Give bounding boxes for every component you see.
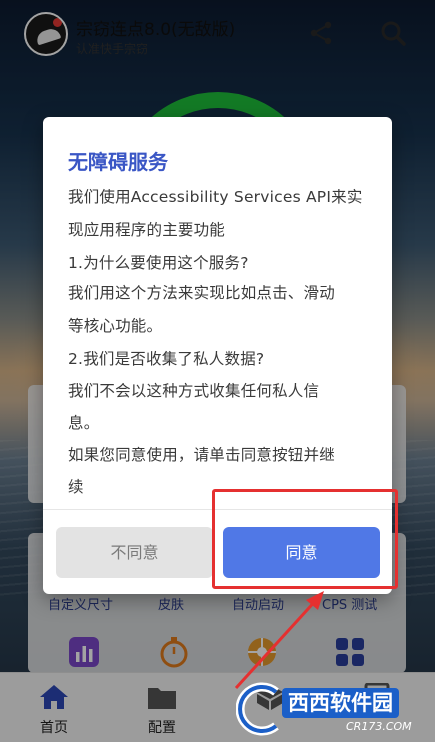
dialog-text-line: 我们使用Accessibility Services API来实: [68, 188, 363, 206]
dialog-text-line: 1.为什么要使用这个服务?: [68, 254, 249, 272]
dialog-text-line: 2.我们是否收集了私人数据?: [68, 350, 265, 368]
dialog-title: 无障碍服务: [68, 150, 168, 174]
dialog-text-line: 续: [68, 478, 84, 496]
dialog-text-line: 我们不会以这种方式收集任何私人信: [68, 382, 320, 400]
disagree-button[interactable]: 不同意: [56, 527, 213, 578]
dialog-text-line: 等核心功能。: [68, 317, 163, 335]
watermark-title: 西西软件园: [282, 688, 399, 718]
site-watermark: 西西软件园 CR173.COM: [236, 682, 426, 736]
annotation-highlight-box: [212, 489, 398, 589]
watermark-domain: CR173.COM: [346, 720, 412, 733]
dialog-text-line: 我们用这个方法来实现比如点击、滑动: [68, 284, 335, 302]
dialog-text-line: 如果您同意使用，请单击同意按钮并继: [68, 446, 335, 464]
dialog-text-line: 现应用程序的主要功能: [68, 221, 226, 239]
dialog-text-line: 息。: [68, 414, 100, 432]
